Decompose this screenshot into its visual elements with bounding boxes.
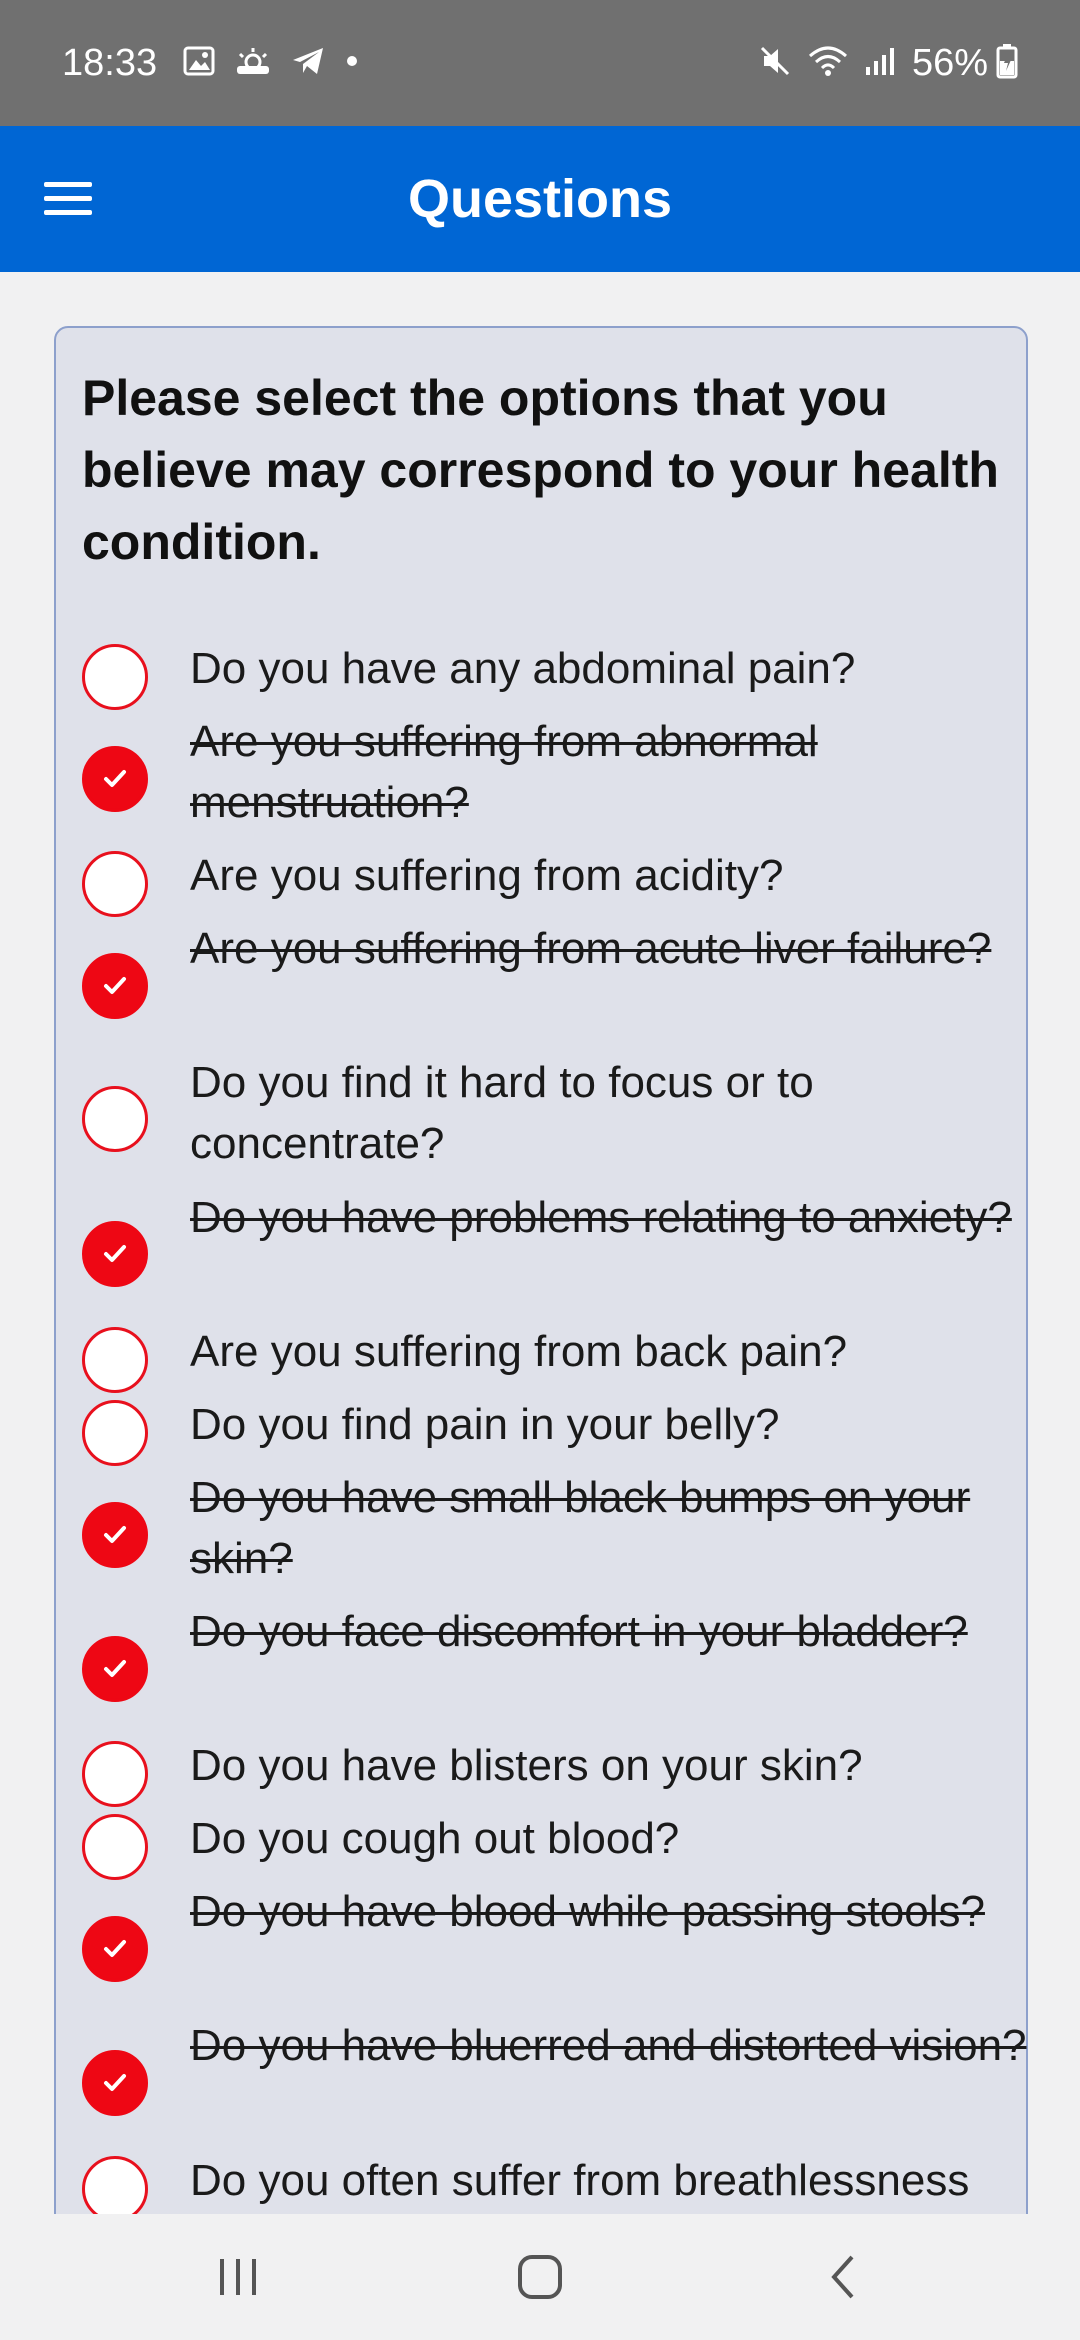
checked-checkbox[interactable] bbox=[82, 953, 148, 1019]
unchecked-checkbox[interactable] bbox=[82, 851, 148, 917]
weather-icon bbox=[235, 46, 271, 81]
battery-percentage: 56% bbox=[911, 41, 988, 84]
dot-icon bbox=[345, 54, 359, 73]
question-text: Are you suffering from acidity? bbox=[190, 851, 784, 900]
unchecked-checkbox[interactable] bbox=[82, 1327, 148, 1393]
unchecked-checkbox[interactable] bbox=[82, 644, 148, 710]
mute-icon bbox=[758, 44, 792, 83]
app-bar: Questions bbox=[0, 126, 1080, 272]
gallery-icon bbox=[183, 46, 215, 81]
battery-icon bbox=[996, 43, 1018, 84]
status-time: 18:33 bbox=[62, 41, 158, 84]
unchecked-checkbox[interactable] bbox=[82, 2156, 148, 2214]
unchecked-checkbox[interactable] bbox=[82, 1741, 148, 1807]
content-area[interactable]: Please select the options that you belie… bbox=[0, 272, 1080, 2214]
question-card: Please select the options that you belie… bbox=[54, 326, 1028, 2214]
unchecked-checkbox[interactable] bbox=[82, 1086, 148, 1152]
question-text: Are you suffering from back pain? bbox=[190, 1327, 848, 1376]
checked-checkbox[interactable] bbox=[82, 1636, 148, 1702]
checkmark-icon bbox=[104, 1526, 126, 1543]
checkmark-icon bbox=[104, 770, 126, 787]
question-text: Do you have small black bumps on your sk… bbox=[190, 1473, 971, 1583]
unchecked-checkbox[interactable] bbox=[82, 1400, 148, 1466]
question-text: Are you suffering from abnormal menstrua… bbox=[190, 717, 818, 827]
unchecked-checkbox[interactable] bbox=[82, 1814, 148, 1880]
question-text: Do you have blood while passing stools? bbox=[190, 1887, 985, 1936]
checked-checkbox[interactable] bbox=[82, 1221, 148, 1287]
page-title: Questions bbox=[407, 169, 673, 229]
checked-checkbox[interactable] bbox=[82, 1916, 148, 1982]
navigation-bar bbox=[0, 2214, 1080, 2340]
checked-checkbox[interactable] bbox=[82, 746, 148, 812]
checkmark-icon bbox=[104, 2074, 126, 2091]
recents-icon[interactable] bbox=[178, 2214, 298, 2340]
signal-icon bbox=[864, 45, 896, 82]
checkmark-icon bbox=[104, 1245, 126, 1262]
checkmark-icon bbox=[104, 1660, 126, 1677]
question-text: Are you suffering from acute liver failu… bbox=[190, 924, 992, 973]
question-text: Do you have blisters on your skin? bbox=[190, 1741, 863, 1790]
checked-checkbox[interactable] bbox=[82, 1502, 148, 1568]
home-icon[interactable] bbox=[480, 2214, 600, 2340]
question-text: Do you have any abdominal pain? bbox=[190, 644, 856, 693]
question-text: Do you have bluerred and distorted visio… bbox=[190, 2021, 1027, 2070]
question-text: Do you find it hard to focus or to conce… bbox=[190, 1058, 814, 1168]
telegram-icon bbox=[291, 46, 325, 81]
checkmark-icon bbox=[104, 977, 126, 994]
question-text: Do you have problems relating to anxiety… bbox=[190, 1193, 1012, 1242]
question-text: Do you find pain in your belly? bbox=[190, 1400, 780, 1449]
question-text: Do you cough out blood? bbox=[190, 1814, 680, 1863]
checked-checkbox[interactable] bbox=[82, 2050, 148, 2116]
checkmark-icon bbox=[104, 1940, 126, 1957]
wifi-icon bbox=[808, 44, 848, 83]
question-text: Do you often suffer from breathlessness bbox=[190, 2156, 970, 2205]
back-icon[interactable] bbox=[783, 2214, 903, 2340]
question-text: Do you face discomfort in your bladder? bbox=[190, 1607, 968, 1656]
status-bar: 18:33 56% bbox=[0, 0, 1080, 126]
instruction-text: Please select the options that you belie… bbox=[82, 370, 999, 570]
